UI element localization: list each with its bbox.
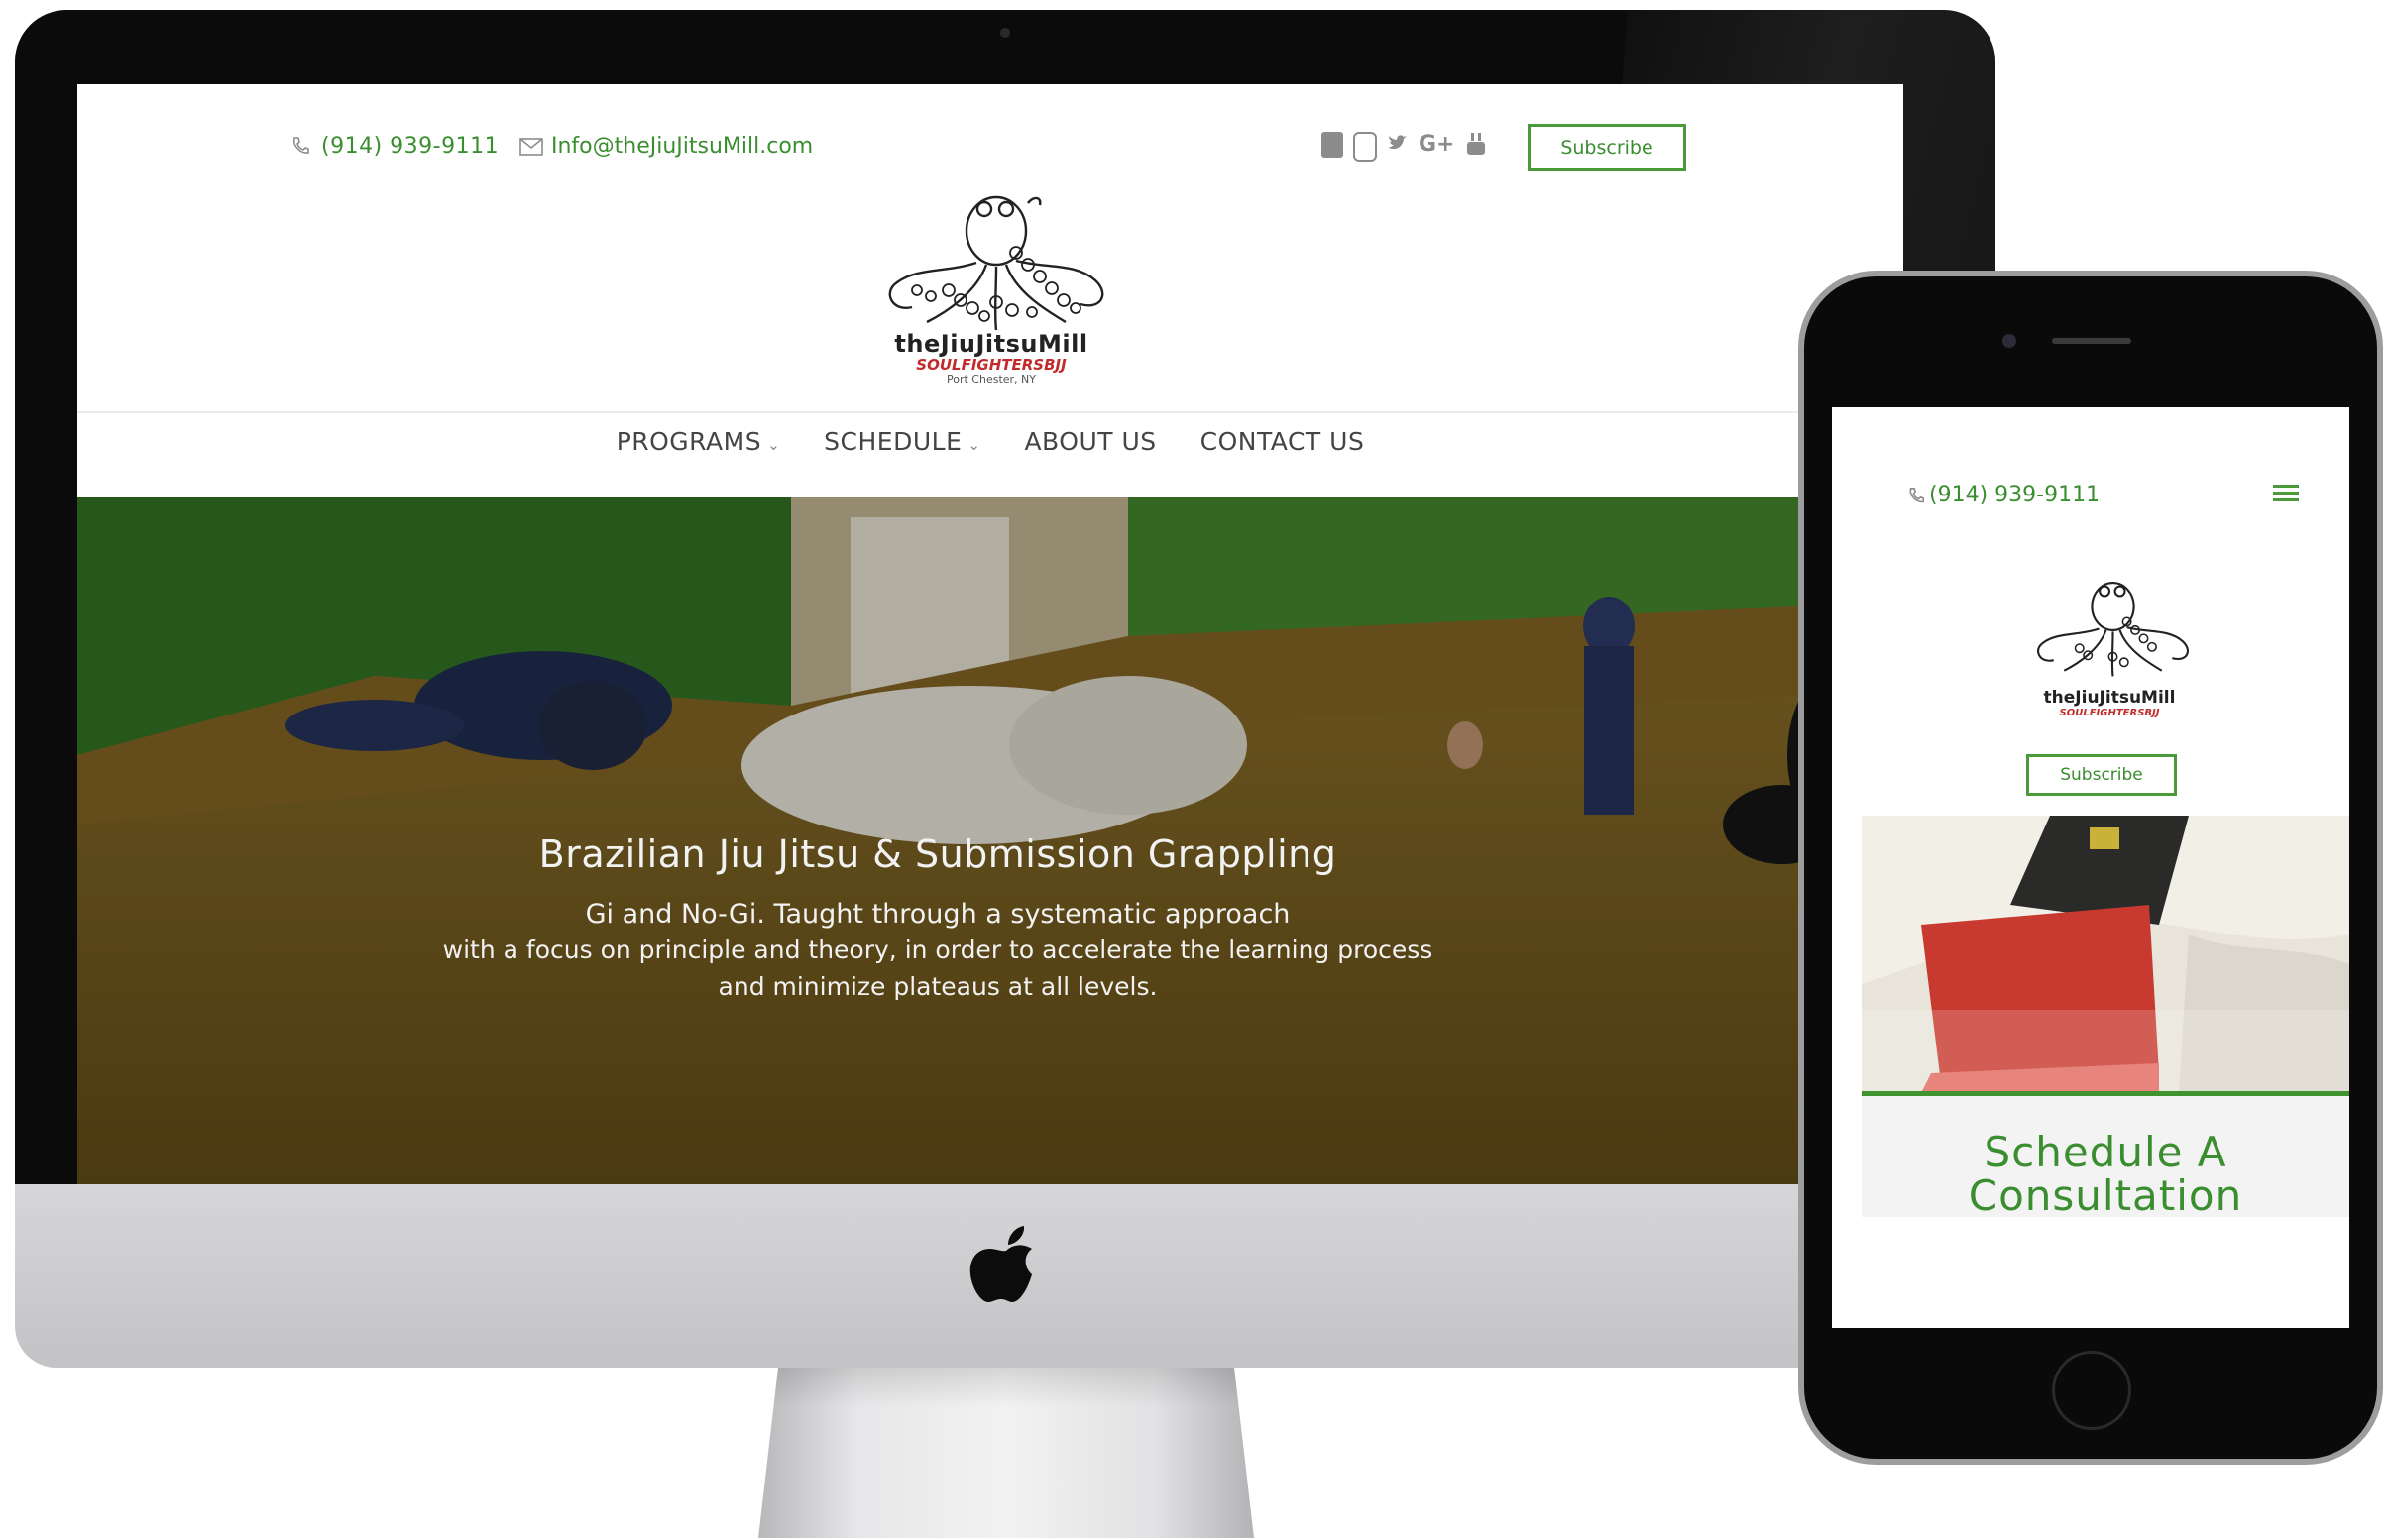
envelope-icon bbox=[519, 138, 543, 160]
mobile-section-title: Schedule A Consultation bbox=[1862, 1131, 2349, 1218]
main-nav: PROGRAMS ⌄ SCHEDULE ⌄ ABOUT US CONTACT US bbox=[77, 427, 1903, 456]
apple-logo-icon bbox=[967, 1221, 1046, 1320]
facebook-icon[interactable] bbox=[1321, 132, 1343, 158]
social-icons: G+ bbox=[1321, 132, 1487, 162]
mobile-logo-tagline: SOULFIGHTERSBJJ bbox=[2059, 708, 2160, 718]
octopus-logo-icon bbox=[888, 195, 1104, 331]
site-logo[interactable]: theJiuJitsuMill SOULFIGHTERSBJJ Port Che… bbox=[857, 183, 1125, 391]
logo-tagline: SOULFIGHTERSBJJ bbox=[916, 356, 1067, 374]
nav-label: ABOUT US bbox=[1024, 427, 1157, 456]
nav-item-about-us[interactable]: ABOUT US bbox=[1024, 427, 1156, 456]
chevron-down-icon: ⌄ bbox=[967, 436, 981, 454]
section-title-line-1: Schedule A bbox=[1984, 1128, 2227, 1176]
nav-label: PROGRAMS bbox=[616, 427, 762, 456]
nav-divider bbox=[77, 411, 1903, 413]
phone-icon bbox=[1907, 487, 1925, 508]
iphone-home-button bbox=[2052, 1351, 2131, 1430]
belt-photo bbox=[1862, 816, 2349, 1093]
nav-item-schedule[interactable]: SCHEDULE ⌄ bbox=[824, 427, 980, 456]
topbar-phone-link[interactable]: (914) 939-9111 bbox=[321, 134, 499, 159]
mobile-site-logo[interactable]: theJiuJitsuMill SOULFIGHTERSBJJ bbox=[2015, 561, 2204, 724]
mobile-subscribe-button[interactable]: Subscribe bbox=[2026, 754, 2177, 796]
octopus-logo-icon bbox=[2037, 582, 2189, 677]
phone-icon bbox=[290, 136, 310, 160]
logo-location: Port Chester, NY bbox=[947, 373, 1036, 385]
iphone-camera bbox=[2002, 334, 2016, 348]
hero-subtitle-line-2: with a focus on principle and theory, in… bbox=[442, 935, 1433, 964]
hero-title: Brazilian Jiu Jitsu & Submission Grappli… bbox=[538, 832, 1337, 876]
mobile-hero-image bbox=[1862, 816, 2349, 1093]
twitter-icon[interactable] bbox=[1387, 132, 1409, 158]
google-plus-icon[interactable]: G+ bbox=[1419, 132, 1455, 158]
nav-label: SCHEDULE bbox=[824, 427, 963, 456]
topbar-email-link[interactable]: Info@theJiuJitsuMill.com bbox=[551, 134, 813, 159]
hamburger-menu-icon[interactable] bbox=[2273, 485, 2299, 505]
chevron-down-icon: ⌄ bbox=[767, 436, 781, 454]
subscribe-button[interactable]: Subscribe bbox=[1528, 124, 1686, 171]
mobile-logo-name: theJiuJitsuMill bbox=[2043, 688, 2176, 708]
nav-label: CONTACT US bbox=[1199, 427, 1365, 456]
mobile-website-screen: (914) 939-9111 theJiuJitsuMill SOULFIGHT… bbox=[1832, 407, 2349, 1328]
desktop-website-screen: (914) 939-9111 Info@theJiuJitsuMill.com … bbox=[77, 84, 1903, 1184]
imac-stand-shadow bbox=[773, 1368, 1239, 1407]
hero-subtitle-line-1: Gi and No-Gi. Taught through a systemati… bbox=[585, 899, 1291, 930]
mobile-phone-link[interactable]: (914) 939-9111 bbox=[1929, 483, 2100, 507]
nav-item-contact-us[interactable]: CONTACT US bbox=[1200, 427, 1365, 456]
hero-subtitle-line-3: and minimize plateaus at all levels. bbox=[718, 972, 1158, 1001]
youtube-icon[interactable] bbox=[1465, 132, 1487, 158]
instagram-icon[interactable] bbox=[1353, 132, 1377, 162]
imac-camera bbox=[1000, 28, 1010, 38]
logo-name: theJiuJitsuMill bbox=[894, 330, 1088, 358]
hero-banner: Brazilian Jiu Jitsu & Submission Grappli… bbox=[77, 497, 1798, 1184]
section-title-line-2: Consultation bbox=[1968, 1171, 2243, 1220]
iphone-speaker bbox=[2052, 338, 2131, 344]
nav-item-programs[interactable]: PROGRAMS ⌄ bbox=[617, 427, 780, 456]
